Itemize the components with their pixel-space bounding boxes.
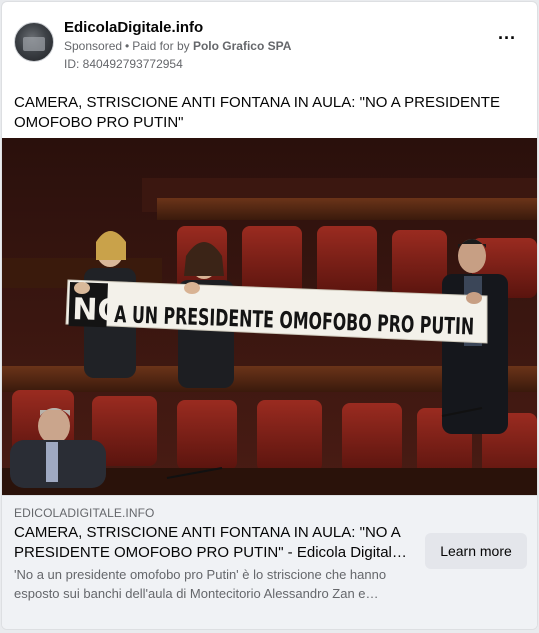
link-preview[interactable]: EDICOLADIGITALE.INFO CAMERA, STRISCIONE … [2,495,537,629]
sponsored-label: Sponsored [64,39,123,53]
link-description: 'No a un presidente omofobo pro Putin' è… [14,567,387,601]
ad-id: ID: 840492793772954 [64,57,183,71]
learn-more-button[interactable]: Learn more [425,533,527,569]
ad-card: EdicolaDigitale.info Sponsored • Paid for … [1,1,538,630]
payer-name: Polo Grafico SPA [192,39,292,53]
post-header: EdicolaDigitale.info Sponsored • Paid for … [14,19,525,75]
separator-dot: • [125,39,130,53]
sponsored-line: Sponsored • Paid for by Polo Grafico SPA [64,39,291,53]
post-photo[interactable]: NO A UN PRESIDENTE OMOFOBO PRO PUTIN [2,138,537,495]
page-avatar[interactable] [14,22,54,62]
post-caption: CAMERA, STRISCIONE ANTI FONTANA IN AULA:… [14,94,500,131]
photo-illustration: NO A UN PRESIDENTE OMOFOBO PRO PUTIN [2,138,537,495]
link-domain: EDICOLADIGITALE.INFO [14,506,155,520]
page-name-link[interactable]: EdicolaDigitale.info [64,19,203,36]
avatar-image [23,37,45,51]
more-options-icon[interactable]: ··· [495,29,519,51]
paid-for-label: Paid for by [132,39,190,53]
link-title[interactable]: CAMERA, STRISCIONE ANTI FONTANA IN AULA:… [14,523,414,563]
